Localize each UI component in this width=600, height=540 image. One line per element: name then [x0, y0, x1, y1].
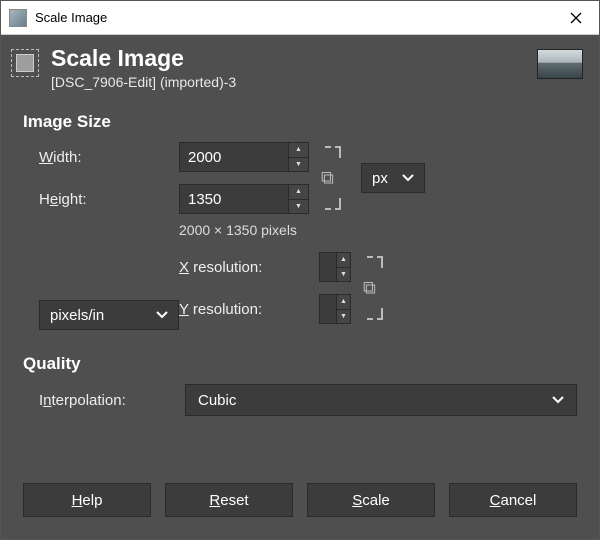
width-label: Width:: [39, 149, 169, 166]
height-label: Height:: [39, 191, 169, 208]
height-step-down[interactable]: ▼: [289, 200, 308, 214]
height-input[interactable]: ▲ ▼: [179, 184, 309, 214]
yres-step-up[interactable]: ▲: [337, 295, 350, 310]
res-unit-select[interactable]: pixels/in: [39, 300, 179, 330]
section-image-size: Image Size: [23, 112, 577, 132]
width-step-up[interactable]: ▲: [289, 143, 308, 158]
interpolation-select[interactable]: Cubic: [185, 384, 577, 416]
section-quality: Quality: [23, 354, 577, 374]
image-thumbnail: [537, 49, 583, 79]
chevron-down-icon: [156, 311, 168, 319]
width-field[interactable]: [180, 143, 288, 171]
dialog-subtitle: [DSC_7906-Edit] (imported)-3: [51, 74, 525, 90]
scale-image-dialog: Scale Image Scale Image [DSC_7906-Edit] …: [0, 0, 600, 540]
reset-button[interactable]: Reset: [165, 483, 293, 517]
dialog-header: Scale Image [DSC_7906-Edit] (imported)-3: [1, 35, 599, 100]
xres-step-up[interactable]: ▲: [337, 253, 350, 268]
xres-field[interactable]: [320, 253, 336, 281]
yres-step-down[interactable]: ▼: [337, 310, 350, 324]
yres-input[interactable]: ▲ ▼: [319, 294, 351, 324]
width-input[interactable]: ▲ ▼: [179, 142, 309, 172]
height-field[interactable]: [180, 185, 288, 213]
app-icon: [9, 9, 27, 27]
xres-step-down[interactable]: ▼: [337, 268, 350, 282]
interpolation-label: Interpolation:: [39, 392, 169, 409]
xres-input[interactable]: ▲ ▼: [319, 252, 351, 282]
height-step-up[interactable]: ▲: [289, 185, 308, 200]
chain-icon: ⧉: [321, 168, 334, 189]
dialog-body: Image Size Width: ▲ ▼ ⧉ px Height: [1, 100, 599, 465]
layer-icon: [11, 49, 39, 77]
titlebar[interactable]: Scale Image: [1, 1, 599, 35]
close-icon: [570, 12, 582, 24]
size-readout: 2000 × 1350 pixels: [179, 222, 521, 238]
chain-icon: ⧉: [363, 278, 376, 299]
xres-label: X resolution:: [179, 259, 309, 276]
width-step-down[interactable]: ▼: [289, 158, 308, 172]
dialog-title: Scale Image: [51, 45, 525, 72]
dialog-footer: Help Reset Scale Cancel: [1, 465, 599, 539]
scale-button[interactable]: Scale: [307, 483, 435, 517]
yres-label: Y resolution:: [179, 301, 309, 318]
resolution-link[interactable]: ⧉: [361, 252, 521, 324]
cancel-button[interactable]: Cancel: [449, 483, 577, 517]
chevron-down-icon: [402, 174, 414, 182]
size-unit-select[interactable]: px: [361, 163, 425, 193]
chevron-down-icon: [552, 396, 564, 404]
help-button[interactable]: Help: [23, 483, 151, 517]
close-button[interactable]: [553, 1, 599, 35]
window-title: Scale Image: [35, 10, 553, 25]
dimension-link[interactable]: ⧉: [319, 142, 351, 214]
yres-field[interactable]: [320, 295, 336, 323]
